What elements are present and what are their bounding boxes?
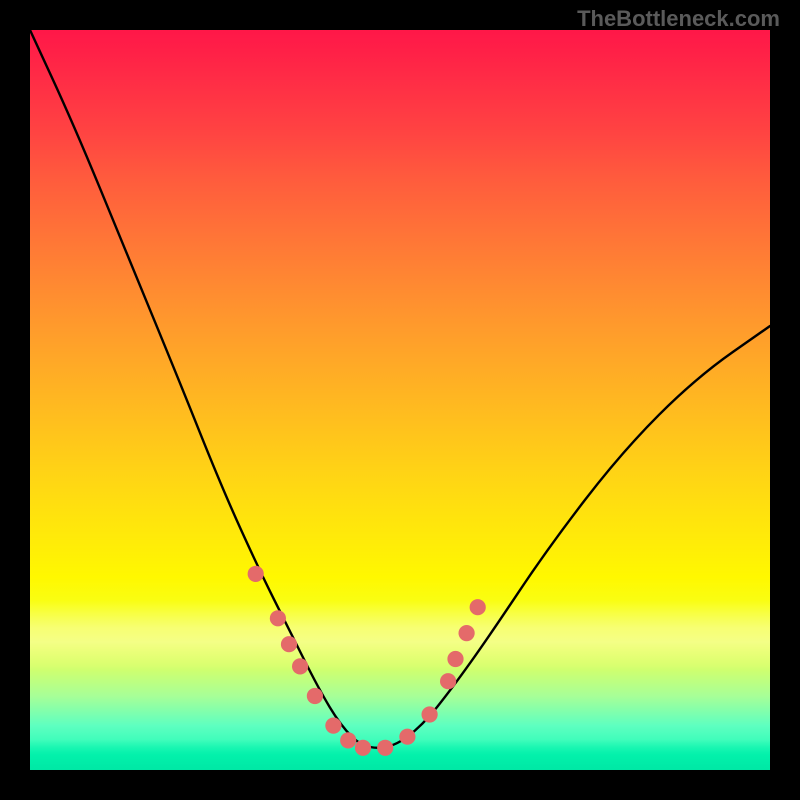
curve-marker [399, 729, 415, 745]
curve-marker [422, 706, 438, 722]
curve-marker [292, 658, 308, 674]
watermark-text: TheBottleneck.com [577, 6, 780, 32]
curve-marker [340, 732, 356, 748]
curve-marker [440, 673, 456, 689]
curve-marker [447, 651, 463, 667]
curve-markers [248, 566, 486, 756]
bottleneck-curve-svg [30, 30, 770, 770]
curve-marker [377, 740, 393, 756]
curve-marker [281, 636, 297, 652]
bottleneck-curve [30, 30, 770, 748]
curve-marker [307, 688, 323, 704]
curve-marker [325, 718, 341, 734]
curve-marker [355, 740, 371, 756]
curve-marker [459, 625, 475, 641]
curve-marker [270, 610, 286, 626]
outer-frame: TheBottleneck.com [0, 0, 800, 800]
curve-marker [470, 599, 486, 615]
curve-marker [248, 566, 264, 582]
